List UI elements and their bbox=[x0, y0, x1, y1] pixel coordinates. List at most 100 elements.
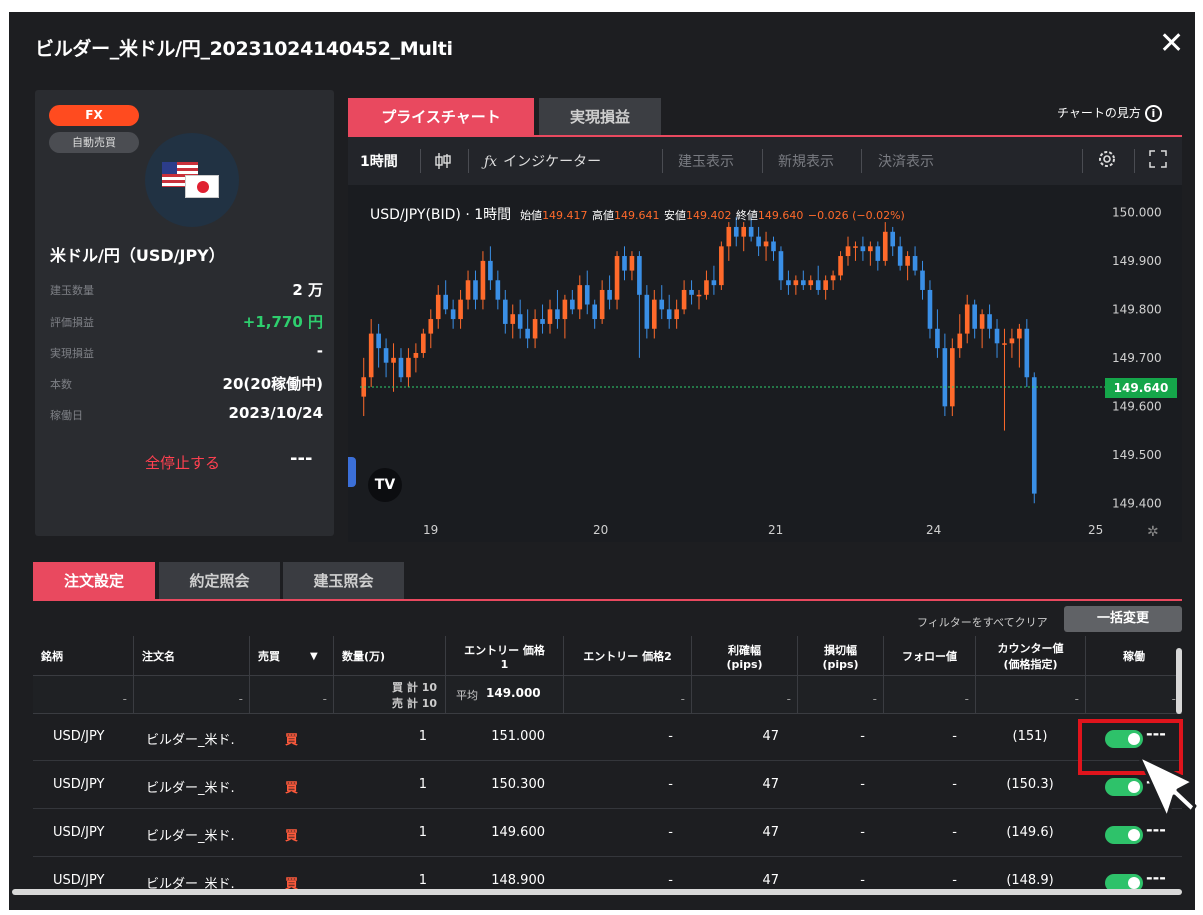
col-active[interactable]: 稼働 bbox=[1085, 636, 1182, 676]
candle-body bbox=[592, 304, 598, 320]
cell-counter: (151) bbox=[1012, 729, 1048, 744]
candle-body bbox=[1031, 377, 1037, 494]
candle-body bbox=[853, 246, 858, 248]
col-quantity[interactable]: 数量(万) bbox=[333, 636, 445, 676]
x-axis-ticks: 19 20 21 24 25 bbox=[423, 523, 1103, 537]
col-entry-price-2[interactable]: エントリー 価格2 bbox=[563, 636, 691, 676]
order-builder-window: ビルダー_米ドル/円_20231024140452_Multi ✕ FX 自動売… bbox=[9, 12, 1197, 910]
function-icon: ƒx bbox=[484, 154, 498, 170]
filter-take-profit[interactable]: - bbox=[691, 676, 797, 714]
col-follow[interactable]: フォロー値 bbox=[883, 636, 975, 676]
candle-body bbox=[756, 236, 761, 247]
filter-entry-2[interactable]: - bbox=[563, 676, 691, 714]
row-more-menu[interactable]: --- bbox=[1146, 820, 1166, 839]
vertical-scrollbar[interactable] bbox=[1176, 648, 1182, 714]
show-new-button[interactable]: 新規表示 bbox=[778, 151, 834, 171]
pointer-cursor-icon bbox=[1137, 754, 1197, 820]
cell-qty: 1 bbox=[418, 873, 427, 888]
candle-type-icon[interactable] bbox=[434, 151, 452, 175]
show-positions-button[interactable]: 建玉表示 bbox=[678, 151, 734, 171]
cell-entry1: 148.900 bbox=[491, 873, 545, 888]
candles-group bbox=[361, 217, 1037, 504]
col-counter[interactable]: カウンター値 (価格指定) bbox=[975, 636, 1085, 676]
fullscreen-icon[interactable] bbox=[1148, 149, 1168, 173]
x-tick-label: 24 bbox=[926, 523, 941, 537]
candle-body bbox=[935, 328, 940, 349]
active-toggle[interactable] bbox=[1105, 826, 1143, 844]
filter-follow[interactable]: - bbox=[883, 676, 975, 714]
table-row[interactable]: USD/JPY ビルダー_米ド. 買 1 149.600 - 47 - - (149.6) --- bbox=[33, 810, 1182, 857]
candle-body bbox=[905, 256, 910, 266]
candle-body bbox=[368, 333, 374, 378]
info-more-menu[interactable]: --- bbox=[290, 448, 312, 469]
table-row[interactable]: USD/JPYビルダー_米ド.買1150.300-47--(150.3)--- bbox=[33, 762, 1182, 809]
cell-symbol: USD/JPY bbox=[53, 825, 105, 840]
horizontal-scrollbar[interactable] bbox=[12, 889, 1182, 895]
filter-stop-loss[interactable]: - bbox=[797, 676, 883, 714]
cell-stop-loss: - bbox=[860, 873, 865, 888]
candle-body bbox=[629, 256, 635, 271]
chart-toolbar: 1時間 ƒx インジケーター 建玉表示 新規表示 決済表示 bbox=[348, 137, 1182, 185]
filter-side[interactable]: - bbox=[249, 676, 333, 714]
price-chart[interactable]: 150.000 149.900 149.800 149.700 149.600 149.5… bbox=[348, 185, 1182, 542]
candle-body bbox=[800, 280, 806, 286]
cell-symbol: USD/JPY bbox=[53, 873, 105, 888]
chart-settings-icon[interactable]: ✲ bbox=[1147, 524, 1159, 540]
cell-symbol: USD/JPY bbox=[53, 729, 105, 744]
show-settled-button[interactable]: 決済表示 bbox=[878, 151, 934, 171]
candle-body bbox=[987, 314, 992, 329]
col-stop-loss[interactable]: 損切幅 (pips) bbox=[797, 636, 883, 676]
interval-selector[interactable]: 1時間 bbox=[360, 151, 398, 171]
close-value: 149.640 bbox=[757, 209, 804, 222]
filter-counter[interactable]: - bbox=[975, 676, 1085, 714]
bulk-change-button[interactable]: 一括変更 bbox=[1064, 606, 1182, 632]
currency-pair-name: 米ドル/円（USD/JPY） bbox=[50, 246, 225, 265]
clear-filters-link[interactable]: フィルターをすべてクリア bbox=[917, 614, 1048, 630]
filter-symbol[interactable]: - bbox=[33, 676, 133, 714]
candle-body bbox=[696, 294, 702, 297]
candle-body bbox=[555, 309, 560, 320]
tab-realized-pl[interactable]: 実現損益 bbox=[539, 98, 661, 136]
col-take-profit[interactable]: 利確幅 (pips) bbox=[691, 636, 797, 676]
chart-help-link[interactable]: チャートの見方 i bbox=[1057, 104, 1162, 122]
stop-all-button[interactable]: 全停止する bbox=[145, 452, 220, 473]
candle-body bbox=[584, 285, 590, 305]
col-symbol[interactable]: 銘柄 bbox=[33, 636, 133, 676]
filter-order-name[interactable]: - bbox=[133, 676, 249, 714]
candle-body bbox=[920, 270, 925, 290]
candle-body bbox=[1024, 328, 1030, 378]
tab-executions[interactable]: 約定照会 bbox=[159, 562, 280, 600]
indicator-button[interactable]: ƒx インジケーター bbox=[484, 151, 601, 171]
candle-body bbox=[882, 231, 888, 261]
col-order-name[interactable]: 注文名 bbox=[133, 636, 249, 676]
row-more-menu[interactable]: --- bbox=[1146, 868, 1166, 887]
candle-body bbox=[1002, 343, 1007, 345]
candle-body bbox=[517, 314, 523, 329]
candle-body bbox=[711, 280, 717, 286]
candle-body bbox=[823, 280, 828, 290]
col-side[interactable]: 売買 ▼ bbox=[249, 636, 333, 676]
candle-body bbox=[704, 280, 709, 295]
collapse-handle-icon[interactable] bbox=[348, 457, 356, 487]
candle-body bbox=[726, 226, 732, 247]
tab-positions[interactable]: 建玉照会 bbox=[283, 562, 404, 600]
tab-order-settings[interactable]: 注文設定 bbox=[33, 562, 155, 600]
candle-body bbox=[413, 353, 419, 358]
cell-counter: (148.9) bbox=[1006, 873, 1054, 888]
cell-entry2: - bbox=[668, 873, 673, 888]
candle-body bbox=[502, 299, 508, 324]
close-icon[interactable]: ✕ bbox=[1159, 28, 1184, 60]
filter-active[interactable]: - bbox=[1085, 676, 1182, 714]
high-value: 149.641 bbox=[614, 209, 660, 222]
table-row[interactable]: USD/JPY ビルダー_米ド. 買 1 151.000-47- - (151) --- bbox=[33, 714, 1182, 761]
cell-symbol: USD/JPY bbox=[53, 777, 105, 792]
candle-body bbox=[443, 294, 448, 310]
table-header: 銘柄 注文名 売買 ▼ 数量(万) エントリー 価格 1 エントリー 価格2 利確… bbox=[33, 636, 1182, 676]
settings-gear-icon[interactable] bbox=[1096, 148, 1118, 174]
tab-price-chart[interactable]: プライスチャート bbox=[348, 98, 534, 136]
cell-entry2: - bbox=[668, 777, 673, 792]
candle-body bbox=[778, 251, 784, 281]
candle-body bbox=[428, 319, 434, 334]
col-entry-price-1[interactable]: エントリー 価格 1 bbox=[445, 636, 563, 676]
candlestick-chart: 150.000 149.900 149.800 149.700 149.600 149.5… bbox=[360, 205, 1162, 537]
